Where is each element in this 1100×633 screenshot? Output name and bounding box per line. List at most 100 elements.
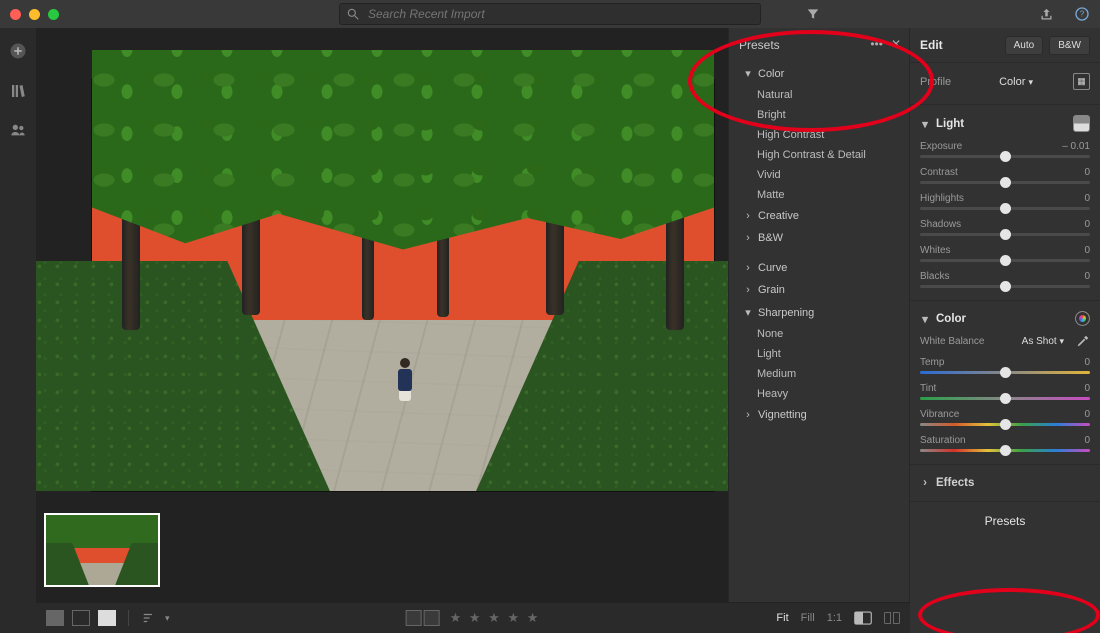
preset-group-bw[interactable]: › B&W bbox=[729, 227, 909, 249]
effects-section-header[interactable]: › Effects bbox=[910, 465, 1100, 502]
zoom-1-1[interactable]: 1:1 bbox=[827, 612, 842, 624]
wb-select[interactable]: As Shot ▾ bbox=[1022, 336, 1064, 347]
edit-panel: Edit Auto B&W Profile Color ▾ ▦ ▾ Light … bbox=[910, 28, 1100, 633]
flag-reject-icon[interactable] bbox=[424, 610, 440, 626]
detail-view-icon[interactable] bbox=[98, 610, 116, 626]
preset-item[interactable]: None bbox=[729, 324, 909, 344]
filter-icon[interactable] bbox=[806, 7, 820, 21]
slider-label: Temp bbox=[920, 357, 944, 368]
color-mixer-icon[interactable] bbox=[1075, 311, 1090, 326]
light-section: ▾ Light Exposure– 0.01 Contrast0 Highlig… bbox=[910, 105, 1100, 301]
contrast-slider[interactable] bbox=[920, 181, 1090, 184]
tint-slider[interactable] bbox=[920, 397, 1090, 400]
slider-label: Shadows bbox=[920, 219, 961, 230]
slider-label: Contrast bbox=[920, 167, 958, 178]
slider-label: Tint bbox=[920, 383, 936, 394]
slider-value[interactable]: 0 bbox=[1084, 357, 1090, 368]
blacks-slider[interactable] bbox=[920, 285, 1090, 288]
bw-button[interactable]: B&W bbox=[1049, 36, 1090, 55]
preset-group-grain[interactable]: › Grain bbox=[729, 279, 909, 301]
section-title: Color bbox=[936, 313, 966, 325]
slider-value[interactable]: 0 bbox=[1084, 271, 1090, 282]
zoom-window-icon[interactable] bbox=[48, 9, 59, 20]
show-original-icon[interactable] bbox=[854, 611, 872, 625]
profile-select[interactable]: Color ▾ bbox=[999, 76, 1033, 88]
preset-item[interactable]: Light bbox=[729, 344, 909, 364]
square-grid-icon[interactable] bbox=[72, 610, 90, 626]
preset-item[interactable]: High Contrast bbox=[729, 125, 909, 145]
preset-item[interactable]: Medium bbox=[729, 364, 909, 384]
preset-group-creative[interactable]: › Creative bbox=[729, 205, 909, 227]
preset-group-sharpening[interactable]: ▾ Sharpening bbox=[729, 301, 909, 324]
main-photo[interactable] bbox=[92, 80, 714, 491]
preset-group-label: Color bbox=[758, 68, 784, 80]
eyedropper-icon[interactable] bbox=[1076, 334, 1090, 348]
slider-value[interactable]: 0 bbox=[1084, 219, 1090, 230]
shadows-slider[interactable] bbox=[920, 233, 1090, 236]
preset-group-label: Sharpening bbox=[758, 307, 814, 319]
slider-value[interactable]: 0 bbox=[1084, 245, 1090, 256]
preset-item[interactable]: Heavy bbox=[729, 384, 909, 404]
people-icon[interactable] bbox=[9, 122, 27, 138]
slider-label: Blacks bbox=[920, 271, 949, 282]
search-box[interactable] bbox=[339, 3, 761, 25]
profile-browser-icon[interactable]: ▦ bbox=[1073, 73, 1090, 90]
slider-value[interactable]: 0 bbox=[1084, 193, 1090, 204]
grid-view-icon[interactable] bbox=[46, 610, 64, 626]
slider-label: Vibrance bbox=[920, 409, 959, 420]
chevron-down-icon: ▾ bbox=[1028, 77, 1033, 87]
preset-item[interactable]: Natural bbox=[729, 85, 909, 105]
zoom-fill[interactable]: Fill bbox=[801, 612, 815, 624]
slider-value[interactable]: 0 bbox=[1084, 409, 1090, 420]
window-controls bbox=[10, 9, 59, 20]
presets-close-icon[interactable]: ✕ bbox=[891, 37, 901, 51]
chevron-down-icon[interactable]: ▾ bbox=[165, 613, 170, 624]
slider-value[interactable]: 0 bbox=[1084, 383, 1090, 394]
zoom-fit[interactable]: Fit bbox=[776, 612, 788, 624]
auto-button[interactable]: Auto bbox=[1005, 36, 1044, 55]
section-title: Light bbox=[936, 118, 964, 130]
saturation-slider[interactable] bbox=[920, 449, 1090, 452]
rating-stars[interactable]: ★ ★ ★ ★ ★ bbox=[450, 610, 541, 626]
filmstrip bbox=[36, 503, 730, 603]
slider-value[interactable]: – 0.01 bbox=[1062, 141, 1090, 152]
slider-value[interactable]: 0 bbox=[1084, 167, 1090, 178]
chevron-down-icon[interactable]: ▾ bbox=[920, 117, 930, 131]
presets-more-icon[interactable]: ••• bbox=[870, 37, 883, 51]
close-window-icon[interactable] bbox=[10, 9, 21, 20]
preset-group-color[interactable]: ▾ Color bbox=[729, 62, 909, 85]
search-input[interactable] bbox=[366, 6, 760, 22]
help-icon[interactable]: ? bbox=[1074, 6, 1090, 22]
thumbnail[interactable] bbox=[44, 513, 160, 587]
highlights-slider[interactable] bbox=[920, 207, 1090, 210]
chevron-right-icon: › bbox=[743, 284, 753, 296]
preset-item[interactable]: Matte bbox=[729, 185, 909, 205]
preset-group-vignetting[interactable]: › Vignetting bbox=[729, 404, 909, 426]
chevron-right-icon: › bbox=[743, 262, 753, 274]
exposure-slider[interactable] bbox=[920, 155, 1090, 158]
whites-slider[interactable] bbox=[920, 259, 1090, 262]
preset-item[interactable]: Vivid bbox=[729, 165, 909, 185]
color-section: ▾ Color White Balance As Shot ▾ Temp 0 Ti… bbox=[910, 301, 1100, 465]
preset-group-label: Vignetting bbox=[758, 409, 807, 421]
flag-pick-icon[interactable] bbox=[406, 610, 422, 626]
preset-item[interactable]: High Contrast & Detail bbox=[729, 145, 909, 165]
preset-group-curve[interactable]: › Curve bbox=[729, 257, 909, 279]
tone-curve-icon[interactable] bbox=[1073, 115, 1090, 132]
presets-button[interactable]: Presets bbox=[910, 502, 1100, 540]
library-icon[interactable] bbox=[9, 82, 27, 100]
chevron-down-icon[interactable]: ▾ bbox=[920, 312, 930, 326]
share-icon[interactable] bbox=[1039, 7, 1054, 22]
chevron-down-icon: ▾ bbox=[743, 67, 753, 80]
add-photos-icon[interactable] bbox=[9, 42, 27, 60]
slider-value[interactable]: 0 bbox=[1084, 435, 1090, 446]
left-rail bbox=[0, 28, 37, 603]
title-bar: ? bbox=[0, 0, 1100, 29]
wb-label: White Balance bbox=[920, 336, 984, 347]
compare-icon[interactable] bbox=[884, 611, 900, 625]
temp-slider[interactable] bbox=[920, 371, 1090, 374]
vibrance-slider[interactable] bbox=[920, 423, 1090, 426]
sort-icon[interactable] bbox=[141, 611, 157, 625]
minimize-window-icon[interactable] bbox=[29, 9, 40, 20]
preset-item[interactable]: Bright bbox=[729, 105, 909, 125]
